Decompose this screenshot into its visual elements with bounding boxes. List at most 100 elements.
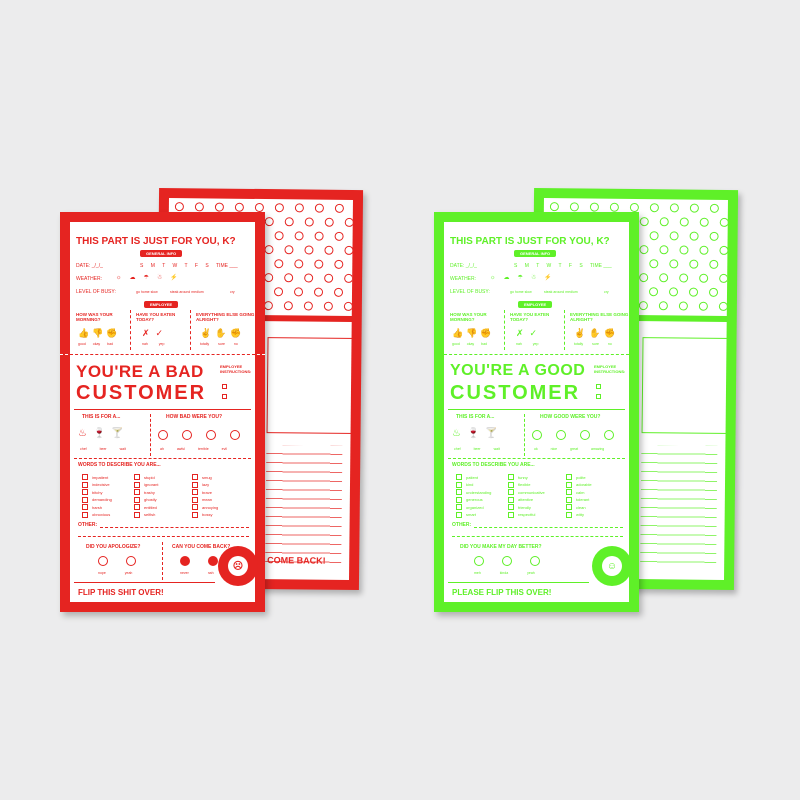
face-icon (98, 556, 108, 566)
checkbox[interactable] (566, 489, 572, 495)
checkbox[interactable] (82, 474, 88, 480)
word-checkbox-row[interactable]: adorable (566, 481, 592, 488)
drawing-box (641, 337, 735, 435)
busy-option-2: steak around medium (544, 290, 578, 294)
word-checkbox-row[interactable]: indecisive (82, 481, 110, 488)
checkbox[interactable] (456, 496, 462, 503)
other-line[interactable] (78, 536, 249, 537)
emoji-face-icon (719, 245, 728, 255)
checkbox[interactable] (456, 511, 462, 518)
checkbox[interactable] (192, 496, 198, 503)
word-checkbox-row[interactable]: impatient (82, 474, 108, 480)
word-checkbox-row[interactable]: harsh (82, 504, 102, 510)
word-checkbox-row[interactable]: funny (508, 474, 528, 480)
checkbox[interactable] (192, 474, 198, 480)
word-label: tolerant (576, 497, 590, 502)
checkbox[interactable] (82, 504, 88, 510)
word-label: indecisive (92, 482, 110, 487)
word-checkbox-row[interactable]: attentive (508, 496, 533, 503)
word-checkbox-row[interactable]: brave (192, 489, 212, 495)
time-label: TIME ___ (590, 263, 612, 269)
word-checkbox-row[interactable]: selfish (134, 511, 155, 518)
word-checkbox-row[interactable]: smart (456, 511, 476, 518)
word-label: mean (202, 497, 213, 502)
word-checkbox-row[interactable]: witty (566, 511, 584, 518)
word-checkbox-row[interactable]: demanding (82, 496, 112, 503)
word-checkbox-row[interactable]: ignorant (134, 481, 158, 488)
for-options: chef beer wait (454, 447, 500, 451)
title-line-1: YOU'RE A GOOD (450, 362, 586, 379)
checkbox[interactable] (508, 474, 514, 480)
checkbox[interactable] (134, 504, 140, 510)
checkbox[interactable] (566, 474, 572, 480)
question-eaten: HAVE YOU EATEN TODAY? (510, 312, 550, 322)
checkbox[interactable] (456, 489, 462, 495)
emoji-face-icon (639, 245, 649, 255)
word-checkbox-row[interactable]: communicative (508, 489, 545, 495)
word-checkbox-row[interactable]: clean (566, 504, 586, 510)
word-checkbox-row[interactable]: bitchy (82, 489, 102, 495)
checkbox[interactable] (456, 481, 462, 488)
word-checkbox-row[interactable]: tolerant (566, 496, 590, 503)
checkbox[interactable] (508, 489, 514, 495)
checkbox[interactable] (456, 504, 462, 510)
word-checkbox-row[interactable]: annoying (192, 504, 218, 510)
checkbox[interactable] (192, 511, 198, 518)
checkbox[interactable] (82, 481, 88, 488)
word-checkbox-row[interactable]: obnoxious (82, 511, 110, 518)
checkbox[interactable] (566, 511, 572, 518)
checkbox[interactable] (456, 474, 462, 480)
checkbox[interactable] (134, 474, 140, 480)
checkbox[interactable] (134, 511, 140, 518)
word-checkbox-row[interactable]: mean (192, 496, 213, 503)
other-line[interactable] (474, 527, 623, 528)
word-checkbox-row[interactable]: patient (456, 474, 478, 480)
word-checkbox-row[interactable]: flexible (508, 481, 530, 488)
checkbox[interactable] (134, 489, 140, 495)
word-checkbox-row[interactable]: respectful (508, 511, 535, 518)
word-label: witty (576, 512, 584, 517)
checkbox[interactable] (508, 511, 514, 518)
other-line[interactable] (100, 527, 249, 528)
checkbox[interactable] (508, 481, 514, 488)
checkbox[interactable] (134, 481, 140, 488)
word-checkbox-row[interactable]: organized (456, 504, 484, 510)
checkbox[interactable] (192, 481, 198, 488)
word-checkbox-row[interactable]: friendly (508, 504, 531, 510)
word-checkbox-row[interactable]: entitled (134, 504, 157, 510)
drawing-box (266, 337, 360, 435)
general-info-label: GENERAL INFO (514, 250, 557, 257)
checkbox[interactable] (192, 504, 198, 510)
other-line[interactable] (452, 536, 623, 537)
checkbox[interactable] (82, 511, 88, 518)
checkbox[interactable] (508, 496, 514, 503)
word-checkbox-row[interactable]: stupid (134, 474, 155, 480)
word-checkbox-row[interactable]: ghostly (134, 496, 157, 503)
word-checkbox-row[interactable]: calm (566, 489, 584, 495)
busy-option-3: cry (604, 290, 609, 294)
emoji-face-icon (679, 273, 689, 283)
checkbox[interactable] (566, 504, 572, 510)
card-face: THIS PART IS JUST FOR YOU, K? GENERAL IN… (60, 222, 265, 602)
word-checkbox-row[interactable]: bossy (192, 511, 212, 518)
word-checkbox-row[interactable]: kind (456, 481, 473, 488)
footer-text: FLIP THIS SHIT OVER! (78, 588, 164, 597)
checkbox[interactable] (566, 481, 572, 488)
checkbox[interactable] (508, 504, 514, 510)
words-label: WORDS TO DESCRIBE YOU ARE... (78, 462, 161, 468)
word-checkbox-row[interactable]: polite (566, 474, 586, 480)
word-checkbox-row[interactable]: understanding (456, 489, 491, 495)
word-checkbox-row[interactable]: lazy (192, 481, 209, 488)
word-checkbox-row[interactable]: trashy (134, 489, 155, 495)
day-letters: S M T W T F S (140, 263, 209, 269)
emoji-face-icon (324, 245, 334, 255)
instruction-check (596, 384, 601, 389)
checkbox[interactable] (566, 496, 572, 503)
word-checkbox-row[interactable]: generous (456, 496, 483, 503)
word-checkbox-row[interactable]: smug (192, 474, 212, 480)
checkbox[interactable] (82, 496, 88, 503)
check-icon (208, 556, 218, 566)
checkbox[interactable] (134, 496, 140, 503)
checkbox[interactable] (82, 489, 88, 495)
checkbox[interactable] (192, 489, 198, 495)
